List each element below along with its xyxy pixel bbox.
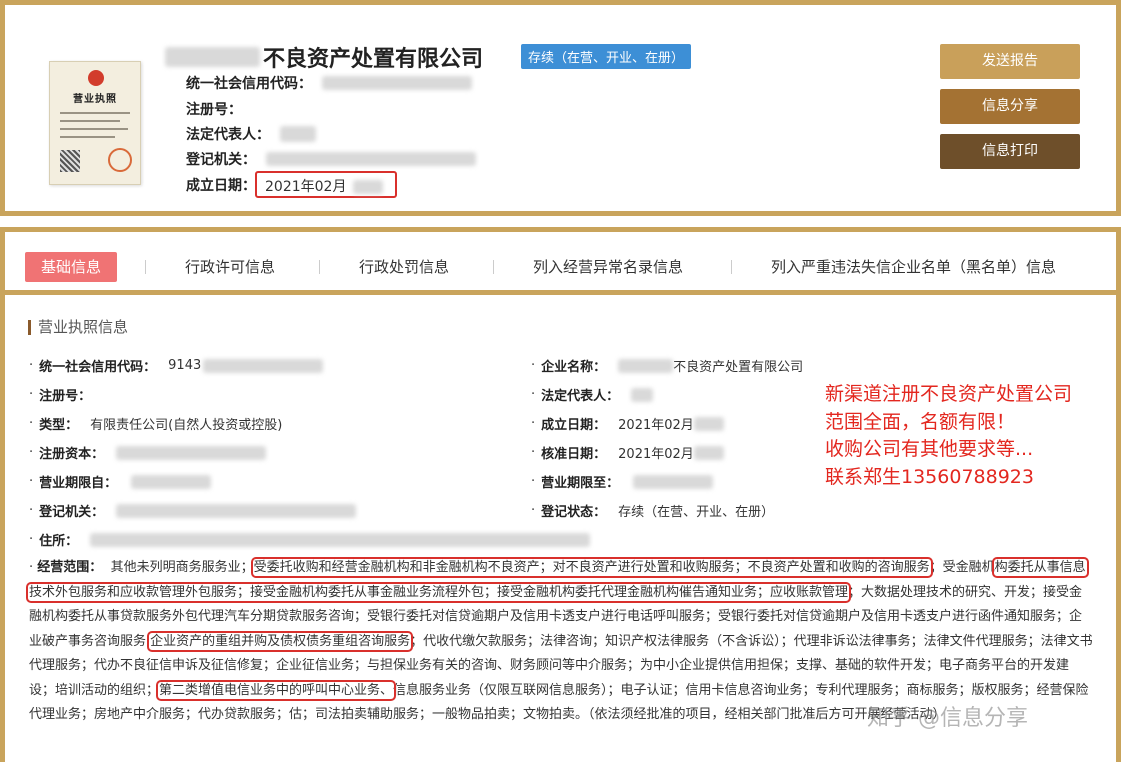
promo-annotation: 新渠道注册不良资产处置公司 范围全面，名额有限！ 收购公司有其他要求等... 联… xyxy=(825,383,1073,488)
established-date-highlight: 2021年02月 xyxy=(255,171,397,198)
company-detail-card: 基础信息 行政许可信息 行政处罚信息 列入经营异常名录信息 列入严重违法失信企业… xyxy=(0,227,1121,762)
field-reg-authority: · 登记机关： xyxy=(29,501,357,520)
field-term-from: · 营业期限自： xyxy=(29,472,212,491)
field-reg-capital: · 注册资本： xyxy=(29,443,267,462)
tab-admin-license[interactable]: 行政许可信息 xyxy=(185,252,275,282)
field-legal-rep: · 法定代表人： xyxy=(531,385,654,404)
field-reg-status: · 登记状态： 存续（在营、开业、在册） xyxy=(531,503,775,520)
field-credit-code: · 统一社会信用代码： 9143 xyxy=(29,356,324,375)
license-title: 营业执照 xyxy=(73,94,117,105)
reg-authority-field: 登记机关： xyxy=(186,149,476,169)
print-info-button[interactable]: 信息打印 xyxy=(940,134,1080,169)
scope-highlight-3: 企业资产的重组并购及债权债务重组咨询服务 xyxy=(147,630,414,652)
field-approved: · 核准日期： 2021年02月 xyxy=(531,443,724,462)
field-reg-no: · 注册号： xyxy=(29,387,92,404)
field-established: · 成立日期： 2021年02月 xyxy=(531,414,724,433)
qr-code-icon xyxy=(60,150,80,172)
field-type: · 类型： 有限责任公司(自然人投资或控股) xyxy=(29,416,283,433)
section-title: 营业执照信息 xyxy=(28,320,128,335)
redacted-name xyxy=(165,47,260,67)
tab-admin-penalty[interactable]: 行政处罚信息 xyxy=(359,252,449,282)
zhihu-watermark: 知乎 @信息分享 xyxy=(867,706,1028,731)
reg-no-field: 注册号： xyxy=(186,102,242,118)
tab-basic-info[interactable]: 基础信息 xyxy=(25,252,118,282)
business-license-thumbnail[interactable]: 营业执照 xyxy=(49,61,141,185)
tab-abnormal-list[interactable]: 列入经营异常名录信息 xyxy=(533,252,683,282)
field-company-name: · 企业名称： 不良资产处置有限公司 xyxy=(531,358,804,375)
seal-icon xyxy=(108,148,132,172)
national-emblem-icon xyxy=(88,70,104,86)
field-address: · 住所： xyxy=(29,530,591,549)
tab-bar: 基础信息 行政许可信息 行政处罚信息 列入经营异常名录信息 列入严重违法失信企业… xyxy=(5,232,1116,295)
scope-highlight-4: 第二类增值电信业务中的呼叫中心业务、 xyxy=(156,679,397,701)
share-info-button[interactable]: 信息分享 xyxy=(940,89,1080,124)
credit-code-field: 统一社会信用代码： xyxy=(186,73,472,93)
scope-highlight-1: 受委托收购和经营金融机构和非金融机构不良资产；对不良资产进行处置和收购服务；不良… xyxy=(250,557,933,578)
company-name: 不良资产处置有限公司 xyxy=(263,47,484,72)
company-header-card: 营业执照 不良资产处置有限公司 存续（在营、开业、在册） 统一社会信用代码： 注… xyxy=(0,0,1121,216)
tab-blacklist[interactable]: 列入严重违法失信企业名单（黑名单）信息 xyxy=(771,252,1056,282)
field-term-to: · 营业期限至： xyxy=(531,472,714,491)
status-badge: 存续（在营、开业、在册） xyxy=(521,44,692,69)
company-title: 不良资产处置有限公司 xyxy=(165,41,483,73)
established-field: 成立日期： xyxy=(186,178,256,194)
send-report-button[interactable]: 发送报告 xyxy=(940,44,1080,79)
legal-rep-field: 法定代表人： xyxy=(186,124,316,144)
